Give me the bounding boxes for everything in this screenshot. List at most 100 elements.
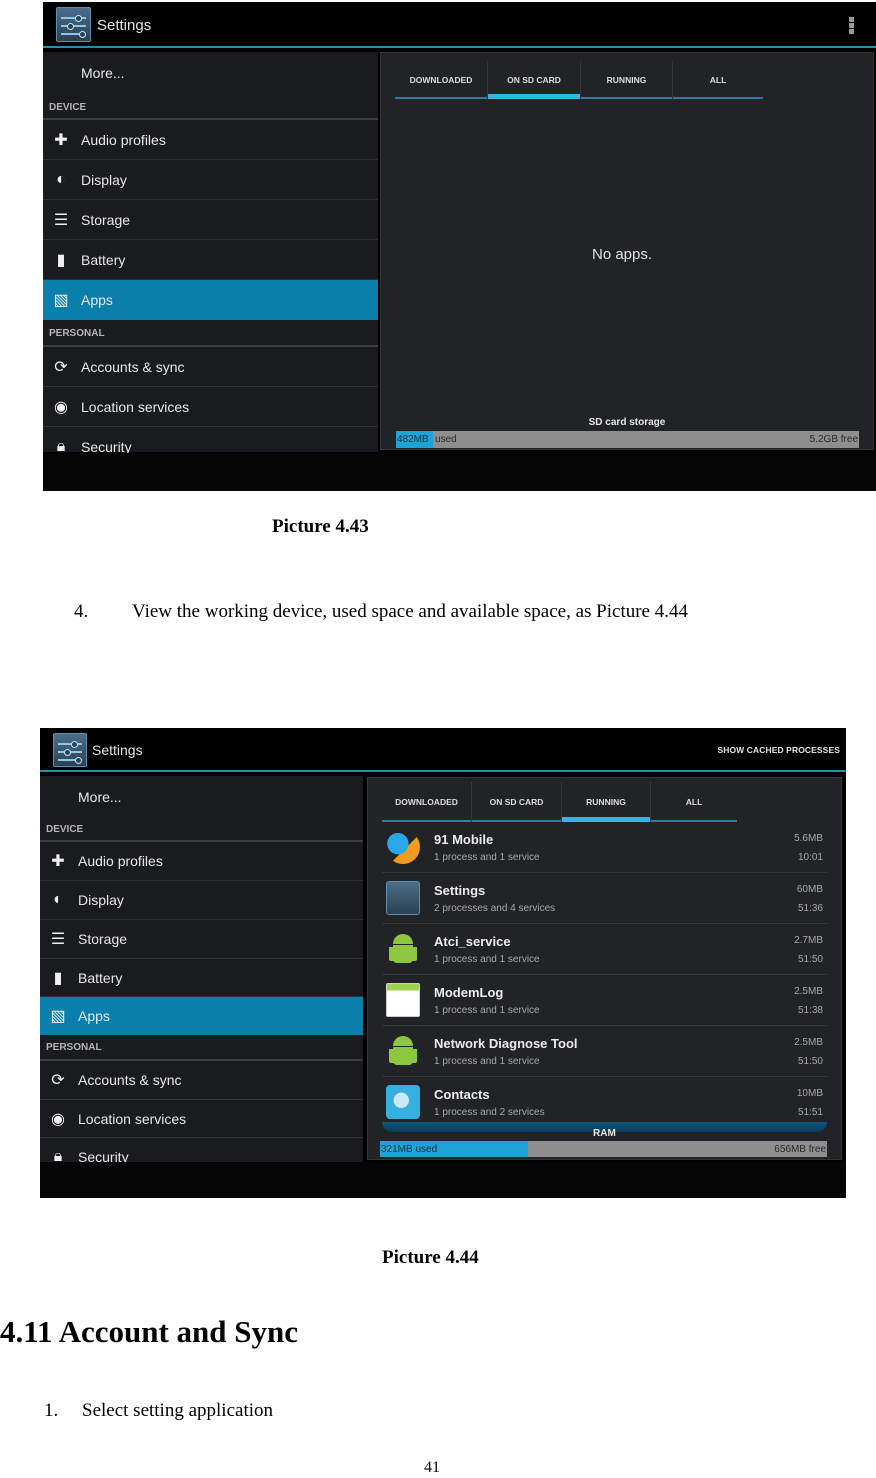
tab-downloaded[interactable]: DOWNLOADED [395,61,488,99]
process-row[interactable]: Atci_service 1 process and 1 service 2.7… [382,924,827,975]
sidebar-item-accounts-sync[interactable]: ⟳ Accounts & sync [40,1061,363,1100]
step-item: 1. Select setting application [44,1400,273,1422]
picture-caption: Picture 4.43 [272,516,369,537]
apps-icon: ▧ [53,291,69,309]
sidebar-item-battery[interactable]: ▮ Battery [40,959,363,997]
system-navigation-bar [40,1162,846,1198]
ram-free-label: 656MB free [774,1143,826,1155]
process-memory: 5.6MB [794,833,823,844]
picture-caption: Picture 4.44 [382,1247,479,1268]
sidebar-item-storage[interactable]: ☰ Storage [40,920,363,959]
process-time: 51:51 [797,1107,823,1118]
action-bar: Settings [43,2,876,48]
tab-running[interactable]: RUNNING [562,782,651,822]
process-detail: 1 process and 1 service [434,1005,540,1016]
apps-panel: DOWNLOADED ON SD CARD RUNNING ALL No app… [380,52,874,450]
process-row[interactable]: ModemLog 1 process and 1 service 2.5MB 5… [382,975,827,1026]
battery-icon: ▮ [53,969,63,987]
process-name: Contacts [434,1087,490,1102]
storage-used-fill: 482MB [396,431,434,448]
step-item: 4. View the working device, used space an… [74,601,688,623]
step-text: View the working device, used space and … [132,601,688,622]
modemlog-icon [386,983,420,1017]
sidebar-item-storage[interactable]: ☰ Storage [43,200,378,240]
process-detail: 1 process and 1 service [434,1056,540,1067]
storage-icon: ☰ [53,211,69,229]
storage-used-label: used [435,434,457,445]
system-navigation-bar [43,453,876,491]
settings-sidebar: More... DEVICE ✚ Audio profiles ◐ Display … [43,52,378,467]
process-name: Network Diagnose Tool [434,1036,578,1051]
sidebar-item-apps[interactable]: ▧ Apps [40,997,363,1035]
storage-free-label: 5.2GB free [809,434,858,445]
process-row[interactable]: Settings 2 processes and 4 services 60MB… [382,873,827,924]
tab-downloaded[interactable]: DOWNLOADED [382,782,472,822]
display-icon: ◐ [53,891,63,908]
process-detail: 2 processes and 4 services [434,903,556,914]
section-header-device: DEVICE [46,824,84,835]
process-time: 51:50 [797,1056,823,1067]
settings-app-icon [53,733,87,767]
step-text: Select setting application [82,1400,274,1421]
section-heading: 4.11 Account and Sync [0,1314,299,1349]
storage-used-value: 482MB [397,434,429,445]
section-header-personal: PERSONAL [46,1042,102,1053]
overflow-menu-icon[interactable] [849,17,855,35]
sidebar-item-accounts-sync[interactable]: ⟳ Accounts & sync [43,347,378,387]
battery-icon: ▮ [56,251,66,269]
screenshot-picture-4-44: Settings SHOW CACHED PROCESSES More... D… [40,728,846,1198]
sidebar-item-apps[interactable]: ▧ Apps [43,280,378,320]
location-icon: ◉ [51,1110,65,1128]
process-row[interactable]: Contacts 1 process and 2 services 10MB 5… [382,1077,827,1128]
settings-sidebar: More... DEVICE ✚ Audio profiles ◐ Display … [40,776,363,1176]
process-memory: 10MB [796,1088,823,1099]
sidebar-item-battery[interactable]: ▮ Battery [43,240,378,280]
sidebar-item-display[interactable]: ◐ Display [40,881,363,920]
process-time: 51:50 [797,954,823,965]
action-bar-title: Settings [97,17,152,34]
location-icon: ◉ [54,398,68,416]
show-cached-processes-button[interactable]: SHOW CACHED PROCESSES [717,745,840,755]
process-memory: 2.7MB [794,935,823,946]
process-memory: 2.5MB [794,986,823,997]
action-bar: Settings SHOW CACHED PROCESSES [40,728,846,772]
screenshot-picture-4-43: Settings More... DEVICE ✚ Audio profiles … [43,2,876,491]
process-row[interactable]: Network Diagnose Tool 1 process and 1 se… [382,1026,827,1077]
sidebar-item-audio-profiles[interactable]: ✚ Audio profiles [43,120,378,160]
step-number: 4. [74,601,89,622]
process-name: Atci_service [434,934,511,949]
process-row[interactable]: 91 Mobile 1 process and 1 service 5.6MB … [382,822,827,873]
tab-on-sd-card[interactable]: ON SD CARD [488,61,581,99]
process-name: Settings [434,883,486,898]
process-detail: 1 process and 2 services [434,1107,545,1118]
audio-profiles-icon: ✚ [54,131,68,149]
tab-running[interactable]: RUNNING [581,61,673,99]
android-icon [386,1034,420,1068]
process-time: 10:01 [797,852,823,863]
android-icon [386,932,420,966]
storage-label: SD card storage [588,417,666,428]
ram-usage-bar: 321MB used 656MB free [380,1141,827,1157]
ram-used-label: 321MB used [381,1143,438,1155]
sidebar-item-audio-profiles[interactable]: ✚ Audio profiles [40,842,363,881]
sidebar-item-more[interactable]: More... [43,52,378,94]
apps-tabs: DOWNLOADED ON SD CARD RUNNING ALL [395,61,763,99]
sidebar-item-display[interactable]: ◐ Display [43,160,378,200]
settings-app-icon [56,7,91,42]
process-time: 51:36 [797,903,823,914]
empty-list-message: No apps. [592,246,653,263]
display-icon: ◐ [56,170,66,188]
contacts-icon [386,1085,420,1119]
sidebar-item-more[interactable]: More... [40,776,363,818]
ram-label: RAM [593,1128,616,1139]
action-bar-title: Settings [92,742,143,758]
sidebar-item-location-services[interactable]: ◉ Location services [40,1100,363,1138]
tab-all[interactable]: ALL [651,782,737,822]
sync-icon: ⟳ [51,1072,65,1089]
ram-used-fill: 321MB used [380,1141,528,1157]
sync-icon: ⟳ [54,358,68,376]
sidebar-item-location-services[interactable]: ◉ Location services [43,387,378,427]
audio-profiles-icon: ✚ [51,853,65,870]
tab-on-sd-card[interactable]: ON SD CARD [472,782,562,822]
tab-all[interactable]: ALL [673,61,763,99]
